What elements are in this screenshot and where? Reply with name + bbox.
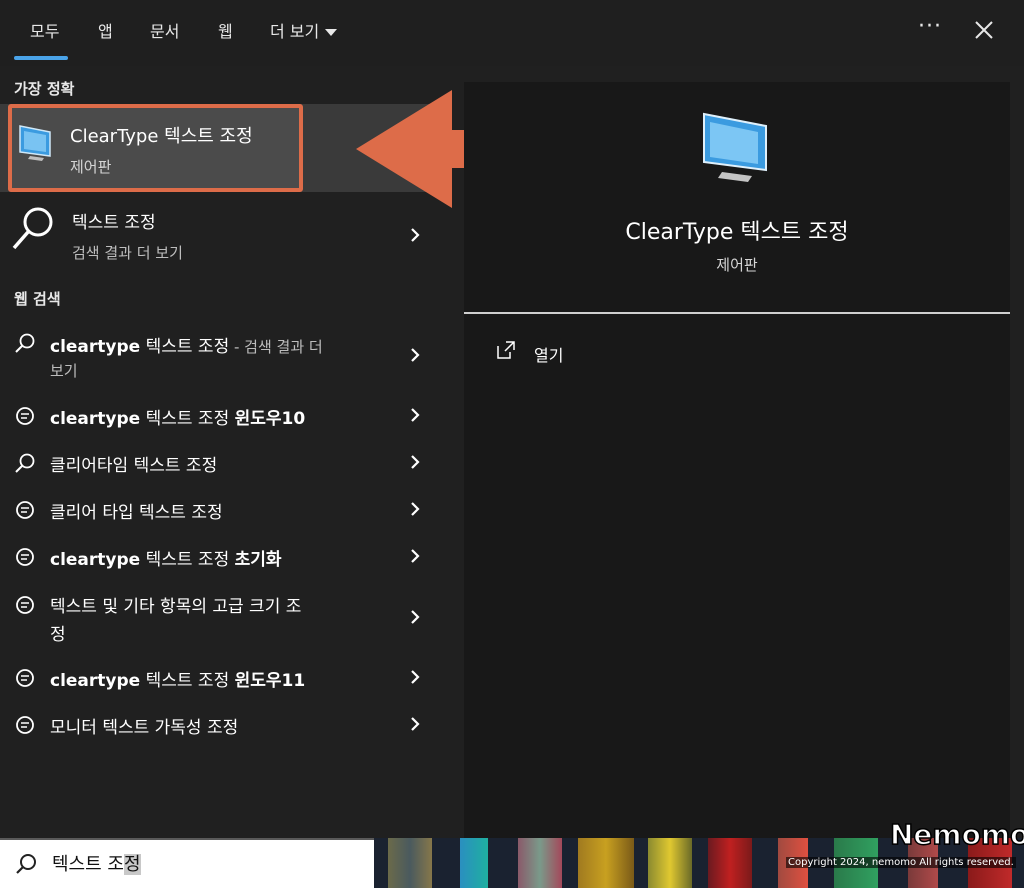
chat-icon: [16, 596, 34, 614]
chevron-down-icon: [325, 29, 338, 36]
web-result-bold2: 초기화: [234, 550, 282, 570]
web-result-text: 클리어타임 텍스트 조정: [50, 456, 218, 476]
monitor-icon: [19, 125, 51, 161]
chat-icon: [16, 407, 34, 425]
web-result-bold: cleartype: [50, 671, 141, 691]
chevron-right-icon[interactable]: [408, 346, 422, 364]
web-search-heading: 웹 검색: [14, 290, 61, 308]
close-icon[interactable]: [970, 16, 998, 44]
taskbar-app-icon[interactable]: [518, 838, 562, 888]
web-result-text: 클리어 타입 텍스트 조정: [50, 503, 223, 523]
chevron-right-icon[interactable]: [408, 715, 422, 733]
preview-title: ClearType 텍스트 조정: [625, 220, 849, 245]
web-result-item[interactable]: 클리어 타입 텍스트 조정: [50, 498, 223, 523]
chevron-right-icon[interactable]: [408, 608, 422, 626]
active-tab-indicator: [14, 56, 68, 60]
taskbar-app-icon[interactable]: [708, 838, 752, 888]
web-result-line2: 보기: [50, 362, 78, 380]
open-external-icon: [497, 341, 515, 359]
web-result-bold: cleartype: [50, 409, 141, 429]
web-result-text: 텍스트 조정: [140, 409, 235, 429]
chevron-right-icon[interactable]: [408, 547, 422, 565]
chat-icon: [16, 716, 34, 734]
preview-divider: [464, 312, 1010, 314]
web-result-bold2: 윈도우10: [234, 409, 306, 429]
web-result-item[interactable]: 클리어타임 텍스트 조정: [50, 451, 217, 476]
web-result-item[interactable]: cleartype 텍스트 조정 윈도우11: [50, 666, 305, 691]
open-action[interactable]: 열기: [534, 342, 563, 366]
web-result-bold2: 윈도우11: [234, 671, 306, 691]
best-match-subtitle: 제어판: [70, 158, 112, 176]
tab-more[interactable]: 더 보기: [270, 18, 338, 42]
search-icon: [15, 333, 35, 353]
taskbar-app-icon[interactable]: [460, 838, 488, 888]
monitor-icon: [703, 112, 767, 182]
best-match-title: ClearType 텍스트 조정: [70, 126, 253, 147]
web-result-item[interactable]: cleartype 텍스트 조정 초기화: [50, 545, 282, 570]
taskbar-app-icon[interactable]: [578, 838, 634, 888]
search-tab-bar: 모두 앱 문서 웹 더 보기 ···: [0, 0, 1024, 66]
preview-pane: [464, 82, 1010, 838]
tab-all[interactable]: 모두: [30, 18, 59, 42]
search-typed-text: 텍스트 조: [52, 854, 124, 875]
tab-apps[interactable]: 앱: [98, 18, 113, 42]
tab-web[interactable]: 웹: [218, 18, 233, 42]
web-result-text: 모니터 텍스트 가독성 조정: [50, 718, 239, 738]
search-icon: [16, 854, 36, 874]
ellipsis-icon[interactable]: ···: [918, 14, 942, 39]
web-result-item[interactable]: 텍스트 및 기타 항목의 고급 크기 조: [50, 592, 301, 617]
web-result-text: 텍스트 및 기타 항목의 고급 크기 조: [50, 597, 302, 617]
tab-documents[interactable]: 문서: [150, 18, 179, 42]
web-result-item[interactable]: 모니터 텍스트 가독성 조정: [50, 713, 238, 738]
taskbar-app-icon[interactable]: [388, 838, 432, 888]
chat-icon: [16, 501, 34, 519]
web-result-text: 텍스트 조정: [140, 671, 235, 691]
chat-icon: [16, 548, 34, 566]
search-icon: [12, 207, 53, 250]
chevron-right-icon[interactable]: [408, 453, 422, 471]
search-results-title[interactable]: 텍스트 조정: [72, 208, 156, 233]
web-result-bold: cleartype: [50, 337, 141, 357]
web-result-text: 텍스트 조정: [140, 337, 230, 357]
chevron-right-icon[interactable]: [408, 226, 422, 244]
web-result-item[interactable]: cleartype 텍스트 조정 - 검색 결과 더: [50, 332, 323, 357]
search-selected-text: 정: [123, 854, 141, 875]
chat-icon: [16, 669, 34, 687]
chevron-right-icon[interactable]: [408, 406, 422, 424]
web-result-text: 텍스트 조정: [140, 550, 235, 570]
search-query: 텍스트 조정: [52, 850, 141, 876]
tab-more-label: 더 보기: [270, 22, 320, 41]
chevron-right-icon[interactable]: [408, 668, 422, 686]
preview-subtitle: 제어판: [716, 256, 758, 274]
web-result-suffix: - 검색 결과 더: [229, 338, 323, 356]
search-icon: [15, 453, 35, 473]
web-result-line2: 정: [50, 625, 66, 645]
best-match-heading: 가장 정확: [14, 80, 75, 98]
web-result-item[interactable]: cleartype 텍스트 조정 윈도우10: [50, 404, 305, 429]
watermark-brand: Nemomo: [889, 817, 1024, 852]
chevron-right-icon[interactable]: [408, 500, 422, 518]
watermark-copyright: Copyright 2024, nemomo All rights reserv…: [786, 857, 1016, 868]
search-results-subtitle: 검색 결과 더 보기: [72, 244, 183, 262]
taskbar-app-icon[interactable]: [648, 838, 692, 888]
web-result-bold: cleartype: [50, 550, 141, 570]
